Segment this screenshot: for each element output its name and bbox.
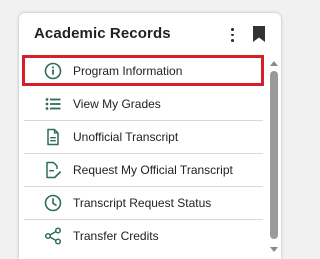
menu-item-label: Transcript Request Status xyxy=(73,196,212,210)
document-icon xyxy=(44,128,62,146)
card-title: Academic Records xyxy=(34,25,171,42)
records-menu-list: Program Information View My Grades Unoff… xyxy=(19,55,265,253)
bookmark-icon[interactable] xyxy=(252,25,266,43)
menu-item-label: Transfer Credits xyxy=(73,229,159,243)
card-header: Academic Records xyxy=(19,13,281,55)
menu-item-transcript-request-status[interactable]: Transcript Request Status xyxy=(24,187,263,220)
scroll-down-arrow-icon[interactable] xyxy=(270,247,278,252)
clock-icon xyxy=(44,194,62,212)
menu-item-unofficial-transcript[interactable]: Unofficial Transcript xyxy=(24,121,263,154)
menu-item-label: Unofficial Transcript xyxy=(73,130,179,144)
info-icon xyxy=(44,62,62,80)
scrollbar[interactable] xyxy=(269,61,279,257)
menu-item-label: Request My Official Transcript xyxy=(73,163,233,177)
scrollbar-thumb[interactable] xyxy=(270,71,278,239)
document-edit-icon xyxy=(44,161,62,179)
share-icon xyxy=(44,227,62,245)
menu-item-transfer-credits[interactable]: Transfer Credits xyxy=(24,220,263,253)
menu-item-program-information[interactable]: Program Information xyxy=(24,55,263,88)
list-icon xyxy=(44,95,62,113)
menu-item-label: View My Grades xyxy=(73,97,161,111)
scroll-up-arrow-icon[interactable] xyxy=(270,61,278,66)
menu-item-view-my-grades[interactable]: View My Grades xyxy=(24,88,263,121)
menu-item-label: Program Information xyxy=(73,64,183,78)
more-options-icon[interactable] xyxy=(227,27,237,43)
menu-item-request-official-transcript[interactable]: Request My Official Transcript xyxy=(24,154,263,187)
academic-records-card: Academic Records Program Information Vie… xyxy=(19,13,281,259)
